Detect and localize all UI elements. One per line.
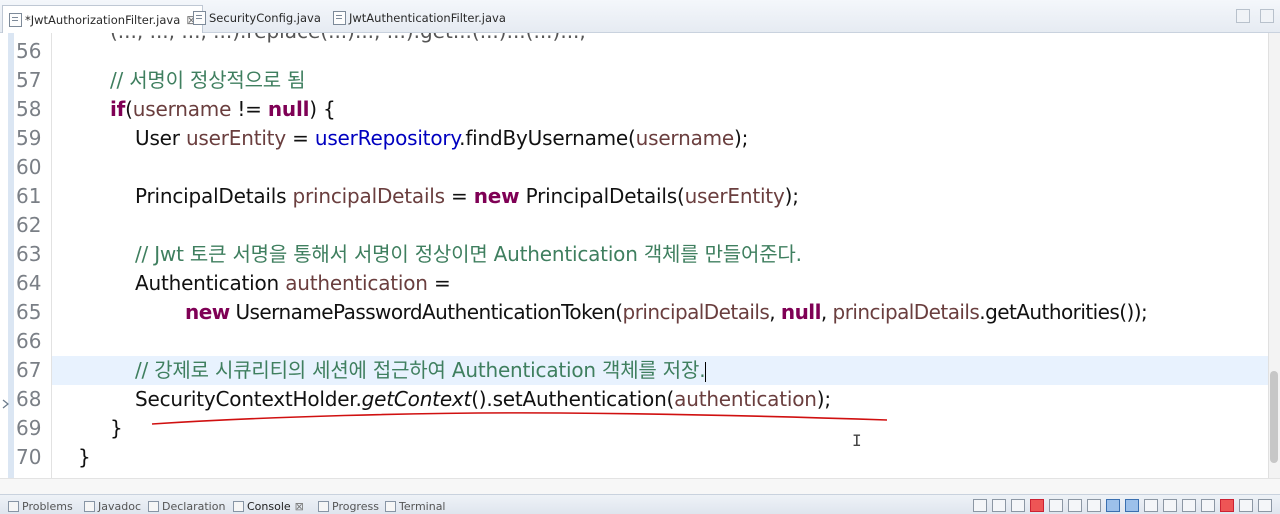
terminate-icon[interactable]: [1030, 499, 1044, 512]
clear-console-icon[interactable]: [1049, 499, 1063, 512]
tab-javadoc[interactable]: Javadoc: [84, 500, 141, 513]
tab-label: *JwtAuthorizationFilter.java: [25, 12, 181, 27]
tab-security-config[interactable]: SecurityConfig.java: [193, 6, 321, 30]
tab-label: SecurityConfig.java: [209, 11, 321, 25]
show-on-output-icon[interactable]: [1106, 499, 1120, 512]
close-view-icon[interactable]: ⊠: [295, 500, 304, 513]
pin-console-icon[interactable]: [1144, 499, 1158, 512]
editor-tab-bar: *JwtAuthorizationFilter.java ⊠ SecurityC…: [0, 0, 1280, 33]
java-file-icon: [193, 11, 206, 25]
bottom-view-tabs: Problems Javadoc Declaration Console ⊠ Pr…: [0, 494, 1280, 514]
maximize-icon[interactable]: [1260, 9, 1274, 23]
java-file-icon: [333, 11, 346, 25]
remove-all-icon[interactable]: [1011, 499, 1025, 512]
tab-console[interactable]: Console ⊠: [233, 500, 304, 513]
mouse-ibeam-cursor: I: [852, 431, 862, 450]
remove-launch-icon[interactable]: [992, 499, 1006, 512]
vertical-scrollbar-thumb[interactable]: [1270, 371, 1278, 463]
debug-icon[interactable]: [1220, 499, 1234, 512]
tab-jwt-authentication-filter[interactable]: JwtAuthenticationFilter.java: [333, 6, 506, 30]
tab-label: JwtAuthenticationFilter.java: [349, 11, 506, 25]
tab-problems[interactable]: Problems: [8, 500, 73, 513]
minimize-view-icon[interactable]: [1239, 499, 1253, 512]
red-underline-annotation: [151, 412, 888, 425]
word-wrap-icon[interactable]: [1087, 499, 1101, 512]
javadoc-icon: [84, 501, 95, 512]
scroll-lock-icon[interactable]: [1068, 499, 1082, 512]
progress-icon: [318, 501, 329, 512]
pin-icon[interactable]: [973, 499, 987, 512]
declaration-icon: [148, 501, 159, 512]
java-file-icon: [9, 12, 22, 27]
console-icon: [233, 501, 244, 512]
code-editor[interactable]: (..., ..., ..., ...).replace(...)..., ..…: [0, 33, 1268, 478]
maximize-view-icon[interactable]: [1258, 499, 1272, 512]
editor-window-controls: [1236, 9, 1274, 23]
console-toolbar: [973, 499, 1272, 512]
horizontal-scrollbar[interactable]: [0, 478, 1280, 495]
problems-icon: [8, 501, 19, 512]
tab-jwt-authorization-filter[interactable]: *JwtAuthorizationFilter.java ⊠: [2, 5, 204, 33]
minimize-icon[interactable]: [1236, 9, 1250, 23]
tab-terminal[interactable]: Terminal: [385, 500, 446, 513]
display-console-icon[interactable]: [1163, 499, 1177, 512]
open-console-icon[interactable]: [1182, 499, 1196, 512]
terminal-icon: [385, 501, 396, 512]
new-console-icon[interactable]: [1201, 499, 1215, 512]
tab-declaration[interactable]: Declaration: [148, 500, 225, 513]
tab-progress[interactable]: Progress: [318, 500, 379, 513]
show-on-error-icon[interactable]: [1125, 499, 1139, 512]
